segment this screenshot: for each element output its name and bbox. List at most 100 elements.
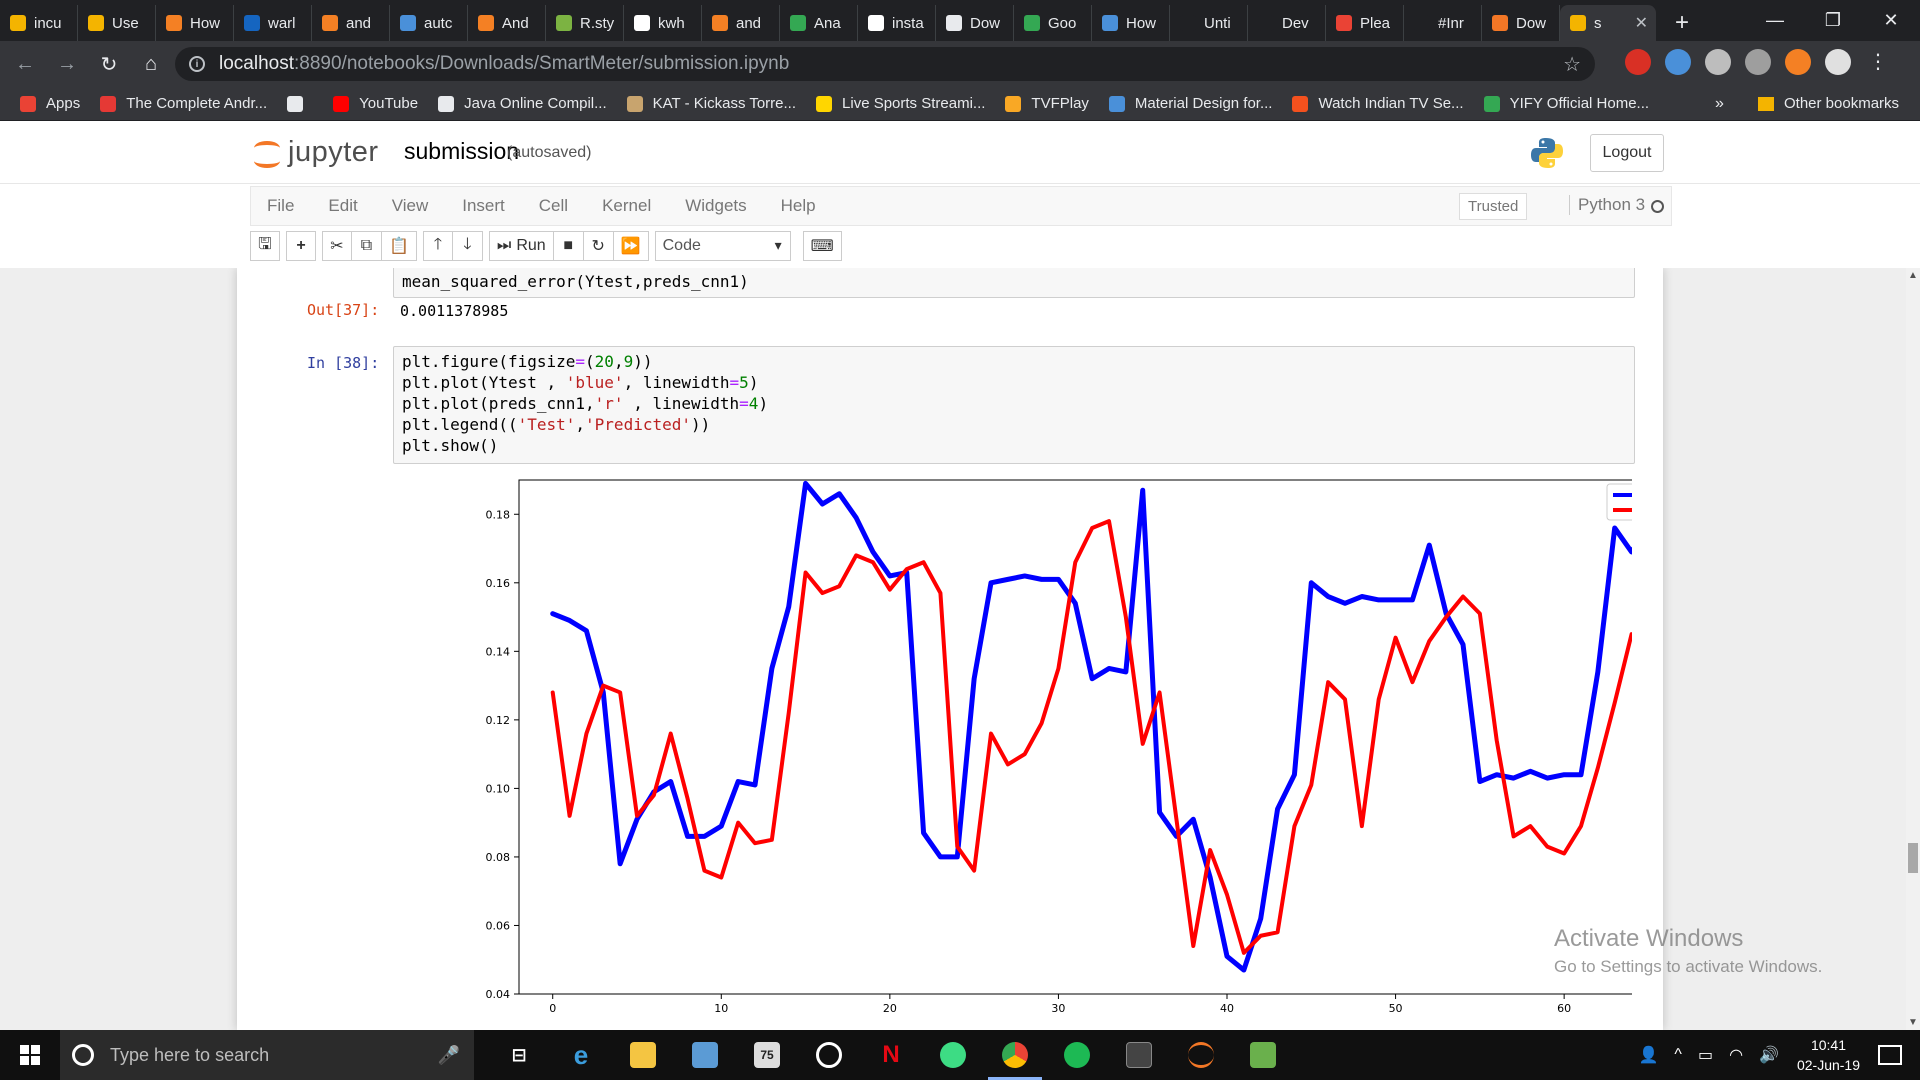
logout-button[interactable]: Logout	[1590, 134, 1664, 172]
browser-tab[interactable]: R.sty	[546, 5, 624, 41]
extension-gear-icon[interactable]	[1705, 49, 1731, 75]
notebook-name[interactable]: submission	[404, 138, 519, 165]
browser-tab[interactable]: How	[1092, 5, 1170, 41]
forward-button[interactable]: →	[50, 47, 84, 81]
menu-cell[interactable]: Cell	[523, 196, 586, 216]
restart-icon[interactable]: ↻	[583, 231, 614, 261]
menu-help[interactable]: Help	[765, 196, 834, 216]
address-bar[interactable]: i localhost :8890/notebooks/Downloads/Sm…	[175, 47, 1595, 81]
groove-app[interactable]	[798, 1030, 860, 1080]
bookmark-item[interactable]: Watch Indian TV Se...	[1292, 95, 1464, 112]
move-down-icon[interactable]: 🡓	[452, 231, 483, 261]
wifi-icon[interactable]: ◠	[1729, 1045, 1743, 1065]
bookmark-item[interactable]: The Complete Andr...	[100, 95, 267, 112]
reload-button[interactable]: ↻	[92, 47, 126, 81]
tray-expand-icon[interactable]: ^	[1674, 1046, 1682, 1064]
browser-tab[interactable]: Goo	[1014, 5, 1092, 41]
browser-tab[interactable]: Dow	[1482, 5, 1560, 41]
terminal-app[interactable]	[1108, 1030, 1170, 1080]
code-cell-editor[interactable]: plt.figure(figsize=(20,9)) plt.plot(Ytest…	[393, 346, 1635, 464]
browser-tab[interactable]: insta	[858, 5, 936, 41]
menu-view[interactable]: View	[376, 196, 447, 216]
edge-app[interactable]: e	[550, 1030, 612, 1080]
extension-block-icon[interactable]	[1625, 49, 1651, 75]
insert-cell-icon[interactable]: +	[286, 231, 316, 261]
bookmark-item[interactable]: Live Sports Streami...	[816, 95, 985, 112]
interrupt-icon[interactable]: ■	[553, 231, 584, 261]
profile-avatar[interactable]	[1825, 49, 1851, 75]
notepad-app[interactable]	[1232, 1030, 1294, 1080]
restart-run-all-icon[interactable]: ⏩	[613, 231, 649, 261]
menu-file[interactable]: File	[251, 196, 312, 216]
scroll-up-icon[interactable]: ▲	[1908, 270, 1918, 281]
cell-type-select[interactable]: Code	[654, 231, 791, 261]
browser-tab[interactable]: and	[312, 5, 390, 41]
jupyter-logo[interactable]: jupyter	[252, 136, 379, 169]
browser-tab[interactable]: Unti	[1170, 5, 1248, 41]
bookmark-item[interactable]: Java Online Compil...	[438, 95, 607, 112]
move-up-icon[interactable]: 🡑	[422, 231, 453, 261]
home-button[interactable]: ⌂	[134, 47, 168, 81]
bookmark-item[interactable]: KAT - Kickass Torre...	[626, 95, 796, 112]
browser-tab[interactable]: Dev	[1248, 5, 1326, 41]
copy-icon[interactable]: ⧉	[352, 231, 382, 261]
bookmark-item[interactable]	[287, 95, 313, 112]
paste-icon[interactable]: 📋	[382, 231, 417, 261]
browser-tab[interactable]: Use	[78, 5, 156, 41]
browser-tab[interactable]: Plea	[1326, 5, 1404, 41]
browser-tab[interactable]: warl	[234, 5, 312, 41]
action-center-icon[interactable]	[1878, 1045, 1902, 1065]
paint-app[interactable]	[674, 1030, 736, 1080]
trusted-indicator[interactable]: Trusted	[1459, 193, 1528, 220]
browser-tab[interactable]: Dow	[936, 5, 1014, 41]
browser-tab[interactable]: autc	[390, 5, 468, 41]
scroll-down-icon[interactable]: ▼	[1908, 1017, 1918, 1028]
menu-edit[interactable]: Edit	[312, 196, 375, 216]
browser-tab[interactable]: How	[156, 5, 234, 41]
prev-code-cell[interactable]: mean_squared_error(Ytest,preds_cnn1)	[393, 268, 1635, 298]
task-view-button[interactable]: ⊟	[488, 1030, 550, 1080]
bookmark-item[interactable]: Material Design for...	[1108, 95, 1272, 112]
close-window-button[interactable]: ✕	[1862, 0, 1920, 41]
info-icon[interactable]: i	[189, 56, 205, 72]
browser-tab[interactable]: kwh	[624, 5, 702, 41]
back-button[interactable]: ←	[8, 47, 42, 81]
run-button[interactable]: ⏭ Run	[488, 231, 554, 261]
restore-button[interactable]: ❐	[1804, 0, 1862, 41]
taskbar-clock[interactable]: 10:41 02-Jun-19	[1797, 1035, 1860, 1075]
start-button[interactable]	[0, 1030, 60, 1080]
jupyter-app[interactable]	[1170, 1030, 1232, 1080]
menu-insert[interactable]: Insert	[446, 196, 523, 216]
browser-tab[interactable]: and	[702, 5, 780, 41]
spotify-app[interactable]	[1046, 1030, 1108, 1080]
scroll-thumb[interactable]	[1908, 843, 1918, 873]
netflix-app[interactable]: N	[860, 1030, 922, 1080]
browser-tab[interactable]: And	[468, 5, 546, 41]
people-icon[interactable]: 👤	[1639, 1045, 1659, 1065]
file-explorer-app[interactable]	[612, 1030, 674, 1080]
save-icon[interactable]: 🖫	[250, 231, 280, 261]
menu-kernel[interactable]: Kernel	[586, 196, 669, 216]
battery-icon[interactable]: ▭	[1698, 1045, 1713, 1065]
keyboard-icon[interactable]: ⌨	[802, 231, 842, 261]
bookmark-item[interactable]: TVFPlay	[1005, 95, 1089, 112]
chrome-app[interactable]	[984, 1030, 1046, 1080]
bookmark-item[interactable]: Apps	[20, 95, 80, 112]
extension-off-icon[interactable]	[1785, 49, 1811, 75]
bookmarks-more-button[interactable]: »	[1715, 95, 1724, 113]
bookmark-item[interactable]: YIFY Official Home...	[1483, 95, 1649, 112]
cut-icon[interactable]: ✂	[322, 231, 352, 261]
browser-tab[interactable]: incu	[0, 5, 78, 41]
browser-tab[interactable]: #Inr	[1404, 5, 1482, 41]
bookmark-star-icon[interactable]: ☆	[1563, 52, 1581, 77]
page-scrollbar[interactable]: ▲ ▼	[1906, 268, 1920, 1030]
taskbar-search[interactable]: Type here to search 🎤	[60, 1030, 474, 1080]
android-studio-app[interactable]	[922, 1030, 984, 1080]
microphone-icon[interactable]: 🎤	[438, 1045, 460, 1066]
tab-close-icon[interactable]: ✕	[1635, 13, 1648, 33]
browser-tab[interactable]: s ✕	[1560, 5, 1656, 41]
minimize-button[interactable]: —	[1746, 0, 1804, 41]
bookmark-item[interactable]: YouTube	[333, 95, 418, 112]
menu-widgets[interactable]: Widgets	[669, 196, 764, 216]
volume-icon[interactable]: 🔊	[1759, 1045, 1779, 1065]
